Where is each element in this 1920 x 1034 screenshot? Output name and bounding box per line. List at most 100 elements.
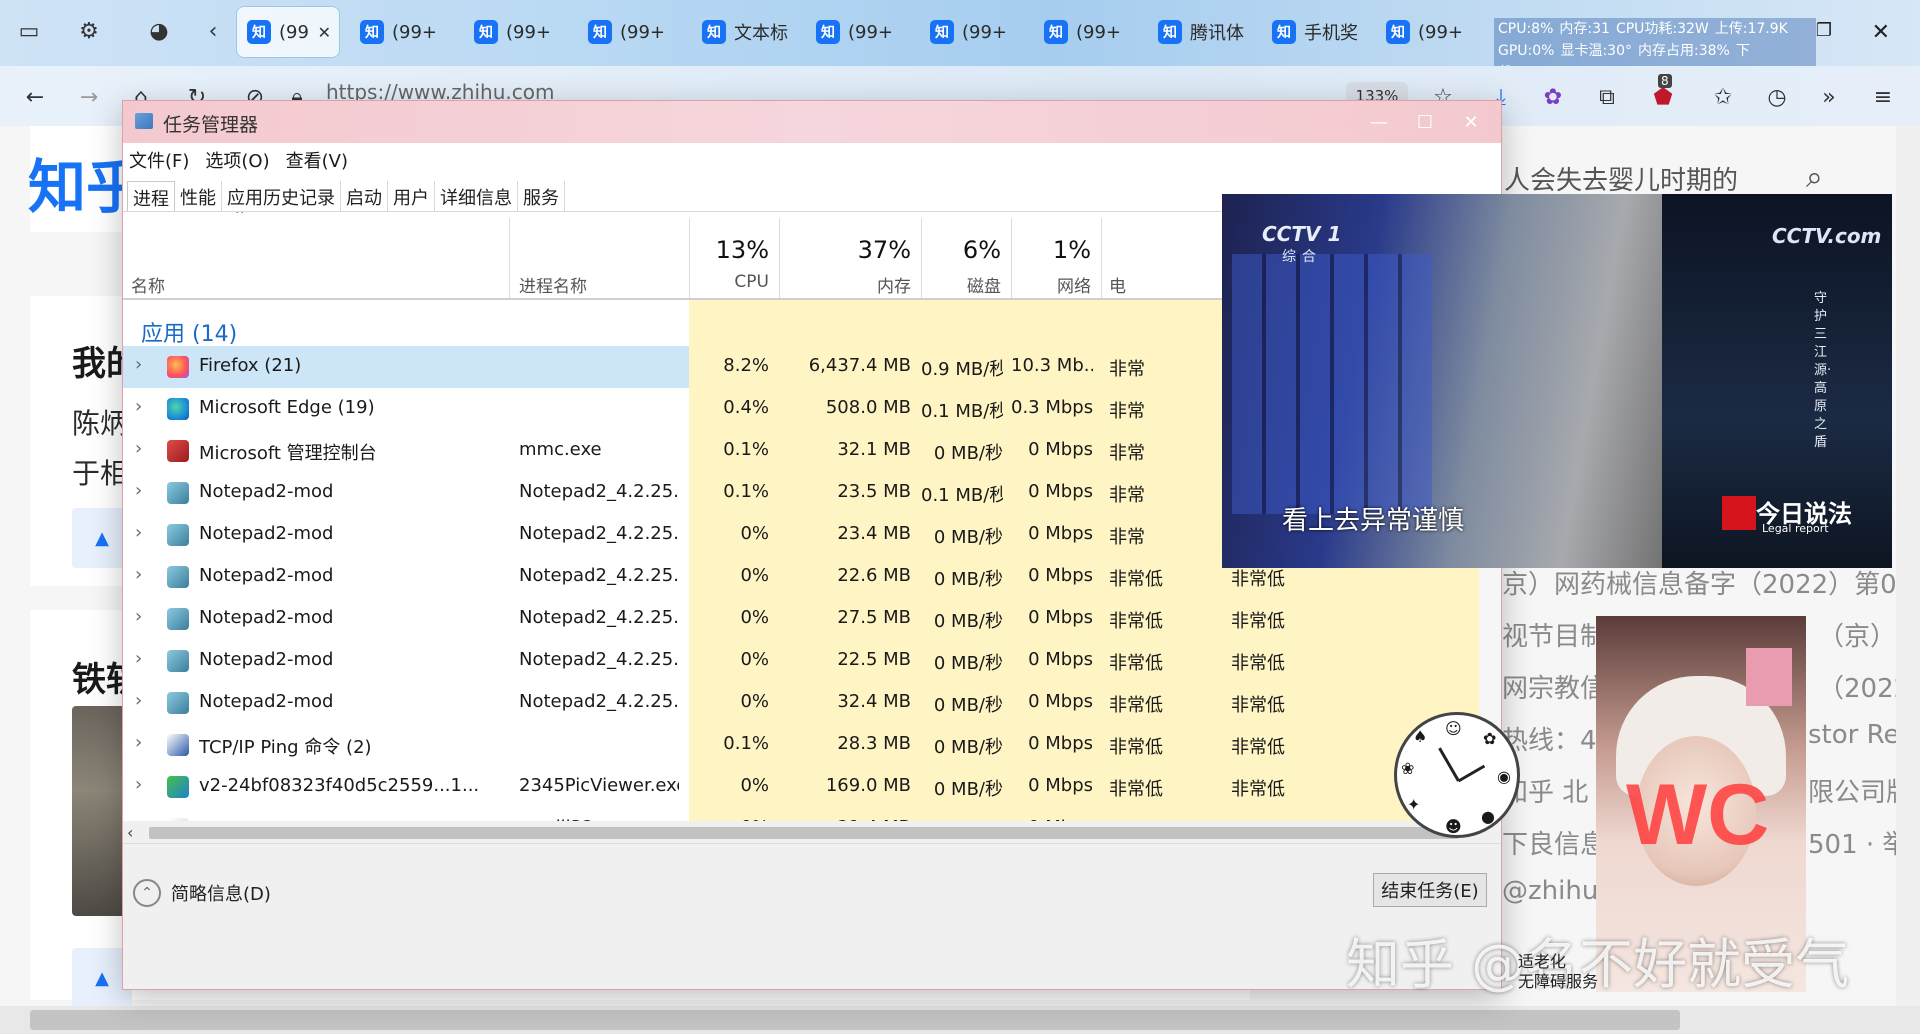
clock-ornament-icon: ✦ [1407, 795, 1421, 814]
tab-app-history[interactable]: 应用历史记录 [222, 181, 341, 211]
zhihu-favicon-icon: 知 [1158, 20, 1182, 44]
browser-tab[interactable]: 知 (99+ [350, 6, 454, 58]
col-header-net-pct[interactable]: 1% [1011, 236, 1091, 264]
video-scene-monitors [1232, 254, 1432, 514]
browser-tab[interactable]: 知 (99+ [464, 6, 568, 58]
live-overlay-text: WC [1626, 767, 1770, 863]
expand-chevron-icon[interactable]: › [135, 480, 142, 501]
tab-details[interactable]: 详细信息 [435, 181, 518, 211]
process-row[interactable]: › Notepad2-mod Notepad2_4.2.25.99... 0% 27.5… [123, 598, 1501, 640]
process-name: TCP/IP Ping 命令 (2) [199, 737, 372, 758]
page-horizontal-scroll-thumb[interactable] [30, 1010, 1680, 1030]
clock-ornament-icon: ◉ [1497, 767, 1511, 786]
process-row[interactable]: › Notepad2-mod Notepad2_4.2.25.99... 0% 22.5… [123, 640, 1501, 682]
process-row[interactable]: › v2-24bf08323f40d5c2559...1... 2345PicVie… [123, 766, 1501, 808]
browser-tab[interactable]: 知 (99+ [1034, 6, 1138, 58]
browser-tab-label: (99+ [392, 21, 438, 43]
process-row[interactable]: › TCP/IP Ping 命令 (2) 0.1% 28.3 MB 0 MB/秒 0 Mb… [123, 724, 1501, 766]
extension-icon[interactable]: ✿ [1536, 80, 1570, 114]
col-header-disk[interactable]: 磁盘 [921, 272, 1001, 297]
expand-chevron-icon[interactable]: › [135, 732, 142, 753]
process-cpu: 0% [740, 607, 769, 628]
expand-chevron-icon[interactable]: › [135, 354, 142, 375]
media-tab-icon[interactable]: ◕ [142, 14, 176, 48]
collections-icon[interactable]: ✩ [1706, 80, 1740, 114]
search-hint-text[interactable]: 人会失去婴儿时期的 [1504, 160, 1738, 197]
page-vertical-scrollbar[interactable] [1896, 126, 1920, 1006]
expand-chevron-icon[interactable]: › [135, 564, 142, 585]
process-cpu: 0% [740, 649, 769, 670]
zhihu-favicon-icon: 知 [702, 20, 726, 44]
maximize-icon[interactable]: ☐ [1405, 105, 1445, 139]
browser-tab[interactable]: 知 (99+ [578, 6, 682, 58]
window-close-icon[interactable]: ✕ [1872, 20, 1890, 45]
browser-tab[interactable]: 知腾讯体 [1148, 6, 1252, 58]
col-header-process[interactable]: 进程名称 [519, 272, 587, 297]
tab-startup[interactable]: 启动 [341, 181, 388, 211]
end-task-button[interactable]: 结束任务(E) [1373, 873, 1487, 907]
settings-gear-icon[interactable]: ⚙ [72, 14, 106, 48]
tab-overview-icon[interactable]: ▭ [12, 14, 46, 48]
col-header-net[interactable]: 网络 [1011, 272, 1091, 297]
feed-photo[interactable] [72, 706, 124, 916]
tab-close-icon[interactable]: ✕ [318, 23, 331, 42]
hamburger-menu-icon[interactable]: ≡ [1866, 80, 1900, 114]
browser-tab[interactable]: 知 (99+ [920, 6, 1024, 58]
col-header-cpu[interactable]: CPU [689, 272, 769, 292]
brief-info-toggle[interactable]: ⌃ 简略信息(D) [133, 879, 271, 907]
browser-tab[interactable]: 知 (99+ [1376, 6, 1480, 58]
accessibility-badge[interactable]: 适老化 无障碍服务 [1518, 952, 1598, 992]
menu-view[interactable]: 查看(V) [286, 147, 348, 173]
menu-options[interactable]: 选项(O) [205, 147, 269, 173]
process-memory: 6,437.4 MB [808, 355, 911, 376]
search-icon[interactable]: ⌕ [1806, 160, 1823, 195]
menu-file[interactable]: 文件(F) [129, 147, 189, 173]
history-clock-icon[interactable]: ◷ [1760, 80, 1794, 114]
group-apps-label[interactable]: 应用 (14) [141, 316, 237, 348]
expand-chevron-icon[interactable]: › [135, 648, 142, 669]
process-power-trend: 非常低 [1231, 695, 1285, 716]
browser-tab[interactable]: 知手机奖 [1262, 6, 1366, 58]
zhihu-favicon-icon: 知 [1272, 20, 1296, 44]
forward-arrow-icon[interactable]: → [72, 80, 106, 114]
browser-tab[interactable]: 知文本标 [692, 6, 796, 58]
process-row[interactable]: › Notepad2-mod Notepad2_4.2.25.99... 0% 32.4… [123, 682, 1501, 724]
close-icon[interactable]: ✕ [1451, 105, 1491, 139]
process-memory: 28.3 MB [837, 733, 911, 754]
tab-services[interactable]: 服务 [518, 181, 565, 211]
browser-tab[interactable]: 知 (99+ [806, 6, 910, 58]
desktop-clock-widget[interactable]: ☺ ✿ ◉ ● ☻ ✦ ❀ ♠ [1394, 712, 1520, 838]
col-header-name[interactable]: 名称 [131, 272, 165, 297]
expand-chevron-icon[interactable]: › [135, 690, 142, 711]
browser-tab[interactable]: 知 (99 ✕ [236, 6, 340, 58]
process-network: 0 Mbps [1028, 775, 1093, 796]
expand-chevron-icon[interactable]: › [135, 438, 142, 459]
col-header-cpu-pct[interactable]: 13% [689, 236, 769, 264]
col-header-mem-pct[interactable]: 37% [779, 236, 911, 264]
puzzle-extensions-icon[interactable]: ⧉ [1590, 80, 1624, 114]
footer-line-1: 京）网药械信息备字（2022）第00 [1502, 570, 1914, 600]
expand-chevron-icon[interactable]: › [135, 606, 142, 627]
tab-users[interactable]: 用户 [388, 181, 435, 211]
back-arrow-icon[interactable]: ← [18, 80, 52, 114]
expand-chevron-icon[interactable]: › [135, 774, 142, 795]
process-cpu: 8.2% [723, 355, 769, 376]
task-manager-titlebar[interactable]: 任务管理器 — ☐ ✕ [123, 101, 1501, 143]
sort-caret-icon[interactable]: ⌃ [233, 212, 246, 225]
pip-video-player[interactable]: CCTV 1 综合 CCTV.com 守护三江源·高原之盾 看上去异常谨慎 今日… [1222, 194, 1892, 568]
tabs-back-chevron-icon[interactable]: ‹ [196, 14, 230, 48]
expand-chevron-icon[interactable]: › [135, 522, 142, 543]
col-header-disk-pct[interactable]: 6% [921, 236, 1001, 264]
expand-chevron-icon[interactable]: › [135, 396, 142, 417]
scroll-left-chevron-icon[interactable]: ‹ [127, 823, 133, 842]
process-power-trend: 非常低 [1231, 737, 1285, 758]
col-header-power[interactable]: 电 [1109, 272, 1126, 297]
tab-processes[interactable]: 进程 [127, 181, 175, 211]
overflow-chevrons-icon[interactable]: » [1812, 80, 1846, 114]
process-network: 0.3 Mbps [1011, 397, 1093, 418]
minimize-icon[interactable]: — [1359, 105, 1399, 139]
tab-performance[interactable]: 性能 [175, 181, 222, 211]
col-header-mem[interactable]: 内存 [779, 272, 911, 297]
process-horizontal-scroll-thumb[interactable] [149, 827, 1459, 839]
window-restore-icon[interactable]: ❐ [1816, 20, 1832, 41]
